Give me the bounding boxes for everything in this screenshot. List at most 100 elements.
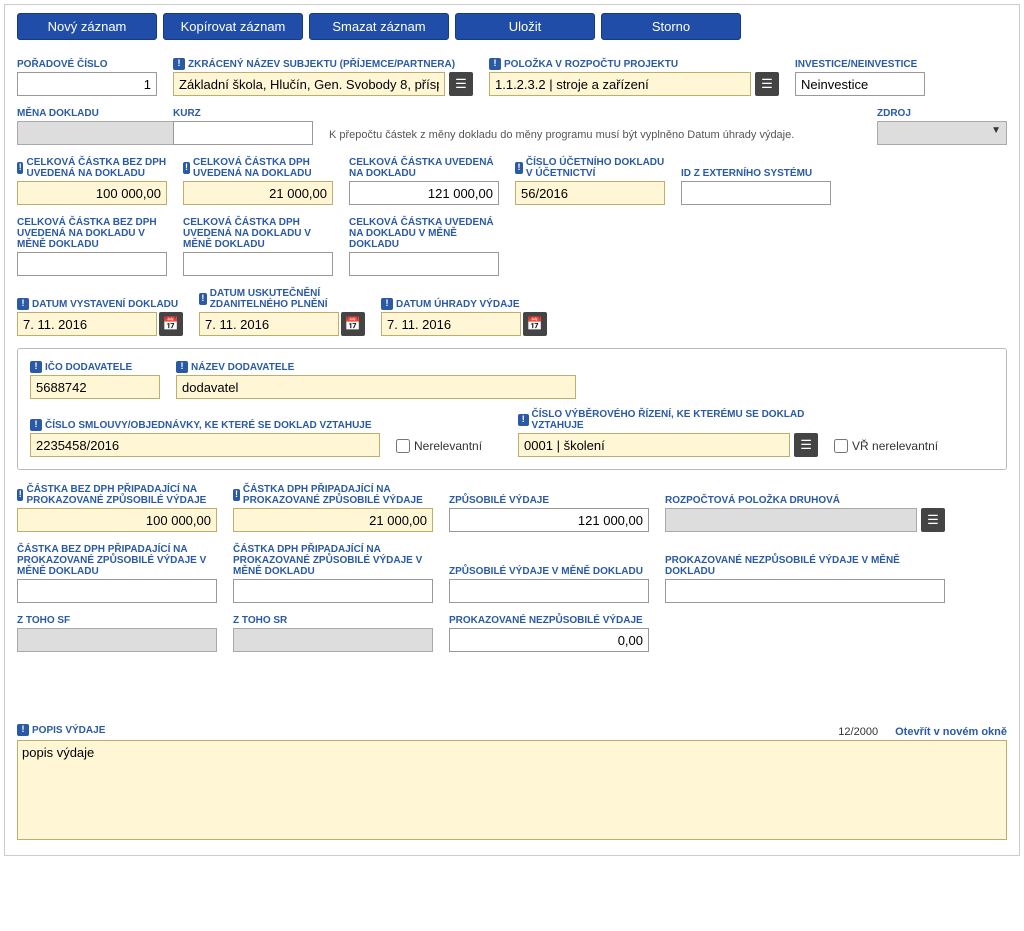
calendar-datum-vyst-button[interactable]: 📅 <box>159 312 183 336</box>
delete-record-button[interactable]: Smazat záznam <box>309 13 449 40</box>
celk-bez-dph-mena-label: CELKOVÁ ČÁSTKA BEZ DPH UVEDENÁ NA DOKLAD… <box>17 217 167 250</box>
celk-bez-dph-mena-input[interactable] <box>17 252 167 276</box>
nazev-dod-label: !NÁZEV DODAVATELE <box>176 361 576 373</box>
prok-nezp-label: PROKAZOVANÉ NEZPŮSOBILÉ VÝDAJE <box>449 615 649 626</box>
datum-zdan-label: !DATUM USKUTEČNĚNÍ ZDANITELNÉHO PLNĚNÍ <box>199 288 359 310</box>
z-toho-sr-input <box>233 628 433 652</box>
chevron-down-icon: ▼ <box>991 125 1001 136</box>
celk-label: CELKOVÁ ČÁSTKA UVEDENÁ NA DOKLADU <box>349 157 499 179</box>
polozka-input[interactable] <box>489 72 751 96</box>
investice-input[interactable] <box>795 72 925 96</box>
calendar-icon: 📅 <box>163 316 179 332</box>
vr-nerelevant-label: VŘ nerelevantní <box>852 439 938 453</box>
cislo-vr-label: !ČÍSLO VÝBĚROVÉHO ŘÍZENÍ, KE KTERÉMU SE … <box>518 409 818 431</box>
ico-input[interactable] <box>30 375 160 399</box>
z-toho-sf-input <box>17 628 217 652</box>
required-icon: ! <box>183 162 190 174</box>
zdroj-select[interactable] <box>877 121 1007 145</box>
id-ext-input[interactable] <box>681 181 831 205</box>
datum-uhrady-label: !DATUM ÚHRADY VÝDAJE <box>381 298 547 310</box>
castka-dph-prok-label: !ČÁSTKA DPH PŘIPADAJÍCÍ NA PROKAZOVANÉ Z… <box>233 484 433 506</box>
cislo-ucet-input[interactable] <box>515 181 665 205</box>
zkraceny-input[interactable] <box>173 72 445 96</box>
vr-nerelevant-checkbox[interactable] <box>834 439 848 453</box>
castka-bez-dph-prok-mena-input[interactable] <box>17 579 217 603</box>
z-toho-sr-label: Z TOHO SR <box>233 615 433 626</box>
open-new-window-link[interactable]: Otevřít v novém okně <box>895 726 1007 738</box>
datum-uhrady-input[interactable] <box>381 312 521 336</box>
celk-mena-input[interactable] <box>349 252 499 276</box>
cislo-sml-input[interactable] <box>30 433 380 457</box>
mena-label: MĚNA DOKLADU <box>17 108 157 119</box>
cislo-ucet-label: !ČÍSLO ÚČETNÍHO DOKLADU V ÚČETNICTVÍ <box>515 157 665 179</box>
required-icon: ! <box>518 414 529 426</box>
lookup-zkraceny-button[interactable]: ☰ <box>449 72 473 96</box>
zpusobile-label: ZPŮSOBILÉ VÝDAJE <box>449 495 649 506</box>
supplier-section: !IČO DODAVATELE !NÁZEV DODAVATELE !ČÍSLO… <box>17 348 1007 470</box>
required-icon: ! <box>30 419 42 431</box>
celk-input[interactable] <box>349 181 499 205</box>
required-icon: ! <box>17 298 29 310</box>
zpusobile-mena-label: ZPŮSOBILÉ VÝDAJE V MĚNĚ DOKLADU <box>449 566 649 577</box>
celk-mena-label: CELKOVÁ ČÁSTKA UVEDENÁ NA DOKLADU V MĚNĚ… <box>349 217 499 250</box>
lookup-polozka-button[interactable]: ☰ <box>755 72 779 96</box>
castka-bez-dph-prok-input[interactable] <box>17 508 217 532</box>
required-icon: ! <box>30 361 42 373</box>
datum-zdan-input[interactable] <box>199 312 339 336</box>
required-icon: ! <box>515 162 523 174</box>
polozka-label: !POLOŽKA V ROZPOČTU PROJEKTU <box>489 58 779 70</box>
calendar-datum-zdan-button[interactable]: 📅 <box>341 312 365 336</box>
cislo-sml-label: !ČÍSLO SMLOUVY/OBJEDNÁVKY, KE KTERÉ SE D… <box>30 419 380 431</box>
cancel-button[interactable]: Storno <box>601 13 741 40</box>
id-ext-label: ID Z EXTERNÍHO SYSTÉMU <box>681 168 831 179</box>
required-icon: ! <box>17 724 29 736</box>
castka-dph-prok-mena-input[interactable] <box>233 579 433 603</box>
copy-record-button[interactable]: Kopírovat záznam <box>163 13 303 40</box>
z-toho-sf-label: Z TOHO SF <box>17 615 217 626</box>
prok-nezp-mena-input[interactable] <box>665 579 945 603</box>
cislo-vr-input[interactable] <box>518 433 790 457</box>
rozpoctova-input <box>665 508 917 532</box>
ico-label: !IČO DODAVATELE <box>30 361 160 373</box>
new-record-button[interactable]: Nový záznam <box>17 13 157 40</box>
form-container: Nový záznam Kopírovat záznam Smazat zázn… <box>4 4 1020 856</box>
kurz-label: KURZ <box>173 108 313 119</box>
required-icon: ! <box>233 489 240 501</box>
popis-label: !POPIS VÝDAJE <box>17 724 105 736</box>
castka-bez-dph-prok-label: !ČÁSTKA BEZ DPH PŘIPADAJÍCÍ NA PROKAZOVA… <box>17 484 217 506</box>
prok-nezp-mena-label: PROKAZOVANÉ NEZPŮSOBILÉ VÝDAJE V MĚNĚ DO… <box>665 555 945 577</box>
celk-dph-label: !CELKOVÁ ČÁSTKA DPH UVEDENÁ NA DOKLADU <box>183 157 333 179</box>
required-icon: ! <box>173 58 185 70</box>
required-icon: ! <box>17 489 23 501</box>
celk-bez-dph-input[interactable] <box>17 181 167 205</box>
required-icon: ! <box>381 298 393 310</box>
required-icon: ! <box>176 361 188 373</box>
poradove-input[interactable] <box>17 72 157 96</box>
zpusobile-input[interactable] <box>449 508 649 532</box>
datum-vyst-input[interactable] <box>17 312 157 336</box>
zpusobile-mena-input[interactable] <box>449 579 649 603</box>
castka-dph-prok-input[interactable] <box>233 508 433 532</box>
lookup-vr-button[interactable]: ☰ <box>794 433 818 457</box>
castka-bez-dph-prok-mena-label: ČÁSTKA BEZ DPH PŘIPADAJÍCÍ NA PROKAZOVAN… <box>17 544 217 577</box>
lookup-rozpoctova-button[interactable]: ☰ <box>921 508 945 532</box>
required-icon: ! <box>199 293 207 305</box>
celk-dph-mena-input[interactable] <box>183 252 333 276</box>
prepocet-note: K přepočtu částek z měny dokladu do měny… <box>329 129 861 141</box>
celk-dph-mena-label: CELKOVÁ ČÁSTKA DPH UVEDENÁ NA DOKLADU V … <box>183 217 333 250</box>
rozpoctova-label: ROZPOČTOVÁ POLOŽKA DRUHOVÁ <box>665 495 945 506</box>
prok-nezp-input[interactable] <box>449 628 649 652</box>
toolbar: Nový záznam Kopírovat záznam Smazat zázn… <box>17 13 1007 40</box>
nazev-dod-input[interactable] <box>176 375 576 399</box>
nerelevant-checkbox[interactable] <box>396 439 410 453</box>
celk-bez-dph-label: !CELKOVÁ ČÁSTKA BEZ DPH UVEDENÁ NA DOKLA… <box>17 157 167 179</box>
calendar-datum-uhrady-button[interactable]: 📅 <box>523 312 547 336</box>
required-icon: ! <box>489 58 501 70</box>
popis-textarea[interactable] <box>17 740 1007 840</box>
celk-dph-input[interactable] <box>183 181 333 205</box>
calendar-icon: 📅 <box>345 316 361 332</box>
castka-dph-prok-mena-label: ČÁSTKA DPH PŘIPADAJÍCÍ NA PROKAZOVANÉ ZP… <box>233 544 433 577</box>
kurz-input[interactable] <box>173 121 313 145</box>
save-button[interactable]: Uložit <box>455 13 595 40</box>
zkraceny-label: !ZKRÁCENÝ NÁZEV SUBJEKTU (PŘÍJEMCE/PARTN… <box>173 58 473 70</box>
